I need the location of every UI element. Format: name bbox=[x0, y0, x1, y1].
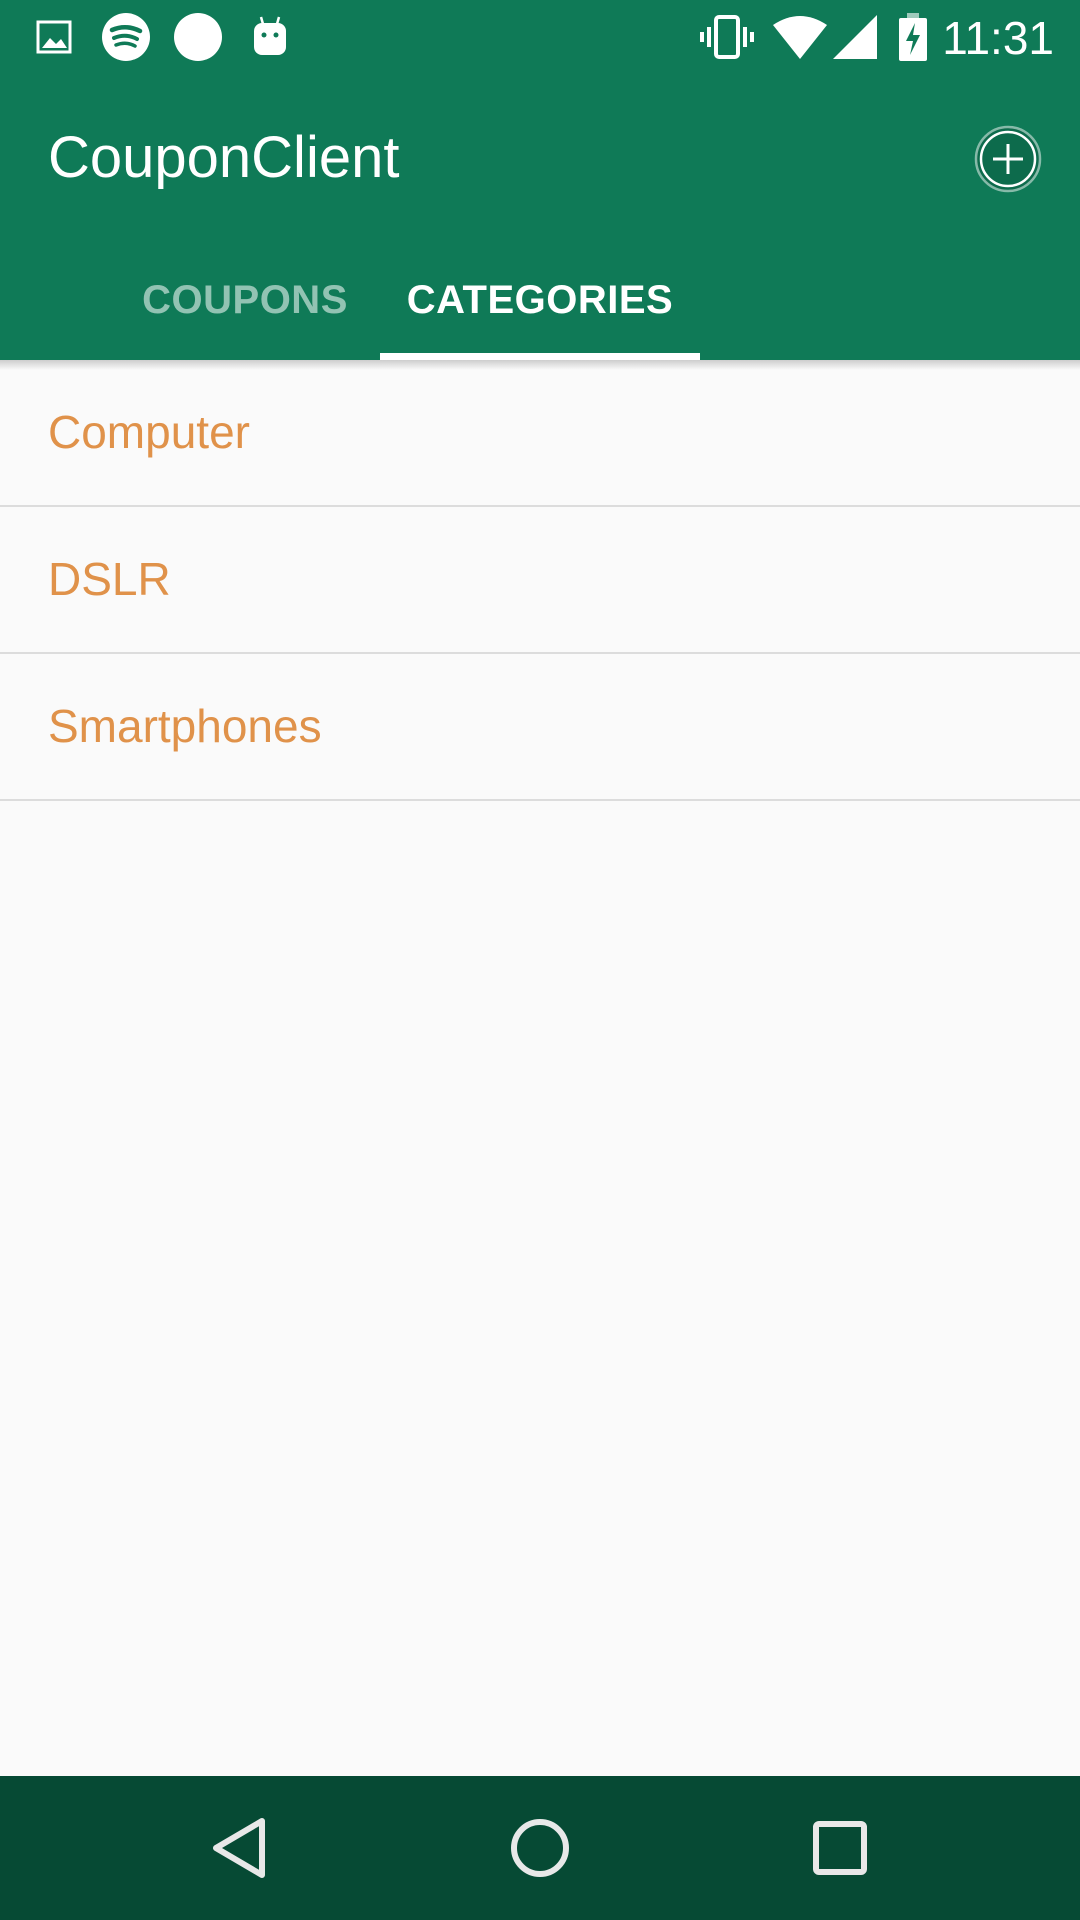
tab-indicator bbox=[380, 353, 700, 360]
navigation-bar bbox=[0, 1776, 1080, 1920]
recents-button[interactable] bbox=[800, 1808, 880, 1888]
tab-bar: COUPONS CATEGORIES bbox=[0, 241, 1080, 360]
list-item[interactable]: Smartphones bbox=[0, 654, 1080, 801]
app-bar: 11:31 CouponClient COUPONS CATEGORIES bbox=[0, 0, 1080, 360]
category-list: Computer DSLR Smartphones bbox=[0, 360, 1080, 801]
tab-categories[interactable]: CATEGORIES bbox=[380, 241, 700, 360]
app-title: CouponClient bbox=[48, 125, 400, 190]
tab-coupons[interactable]: COUPONS bbox=[120, 241, 370, 360]
home-button[interactable] bbox=[500, 1808, 580, 1888]
cell-signal-icon bbox=[832, 12, 878, 62]
toolbar: CouponClient bbox=[0, 73, 1080, 241]
wifi-icon bbox=[772, 12, 828, 62]
add-button[interactable] bbox=[972, 123, 1044, 195]
list-item[interactable]: Computer bbox=[0, 360, 1080, 507]
circle-notification-icon bbox=[172, 12, 224, 62]
list-item-label: Computer bbox=[48, 406, 250, 458]
battery-charging-icon bbox=[898, 12, 928, 62]
android-icon bbox=[250, 12, 290, 62]
vibrate-icon bbox=[698, 12, 756, 62]
back-button[interactable] bbox=[200, 1808, 280, 1888]
clock: 11:31 bbox=[942, 12, 1054, 64]
recents-icon bbox=[813, 1821, 867, 1875]
list-item-label: DSLR bbox=[48, 553, 171, 605]
add-circle-icon bbox=[974, 125, 1042, 193]
spotify-icon bbox=[100, 12, 152, 62]
image-icon bbox=[34, 12, 74, 62]
back-icon bbox=[213, 1818, 265, 1878]
list-item[interactable]: DSLR bbox=[0, 507, 1080, 654]
list-item-label: Smartphones bbox=[48, 700, 322, 752]
home-icon bbox=[511, 1819, 569, 1877]
status-bar: 11:31 bbox=[0, 0, 1080, 73]
